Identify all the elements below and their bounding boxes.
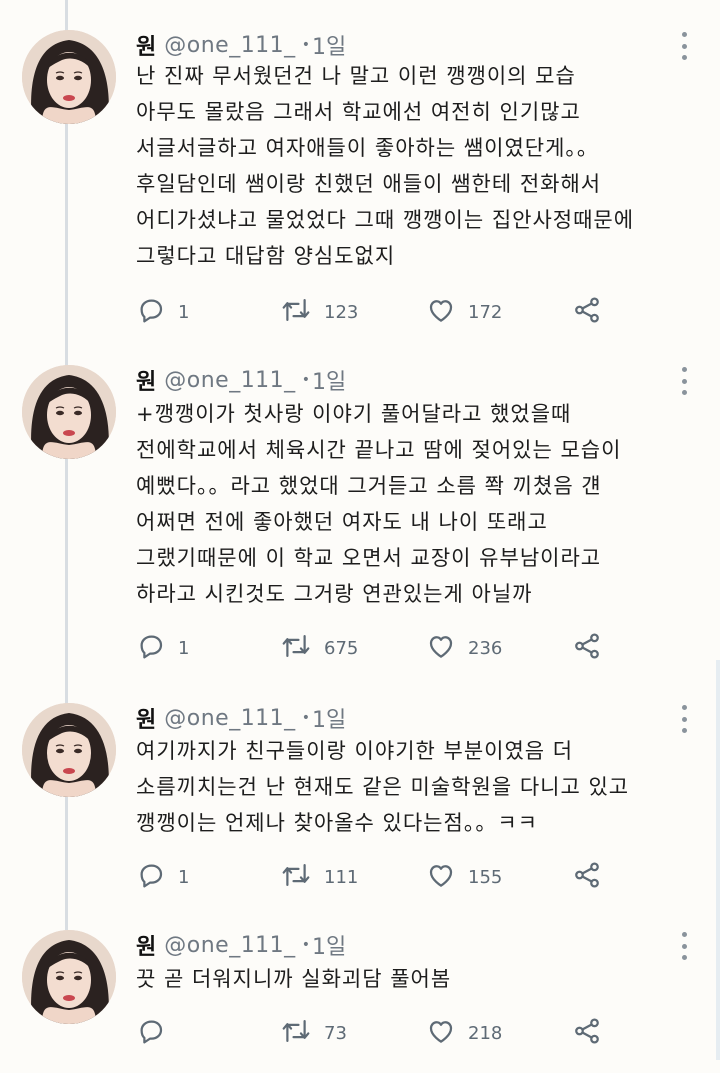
timestamp[interactable]: 1일 bbox=[312, 702, 346, 734]
tweet-text-line: 여기까지가 친구들이랑 이야기한 부분이였음 더 bbox=[136, 739, 574, 763]
retweet-icon bbox=[280, 295, 324, 330]
reply-count: 1 bbox=[178, 866, 190, 888]
tweet-header: 원 @one_111_ • 1일 bbox=[136, 29, 346, 61]
display-name[interactable]: 원 bbox=[136, 29, 156, 61]
reply-icon bbox=[136, 295, 178, 330]
share-button[interactable] bbox=[572, 632, 614, 664]
retweet-button[interactable]: 111 bbox=[280, 861, 358, 893]
like-button[interactable]: 172 bbox=[426, 296, 502, 328]
like-count: 172 bbox=[468, 301, 503, 323]
retweet-count: 123 bbox=[324, 301, 359, 323]
tweet-text-line: 소름끼치는건 난 현재도 같은 미술학원을 다니고 있고 bbox=[136, 775, 630, 799]
like-button[interactable]: 155 bbox=[426, 861, 502, 893]
retweet-icon bbox=[280, 631, 324, 666]
tweet-text-line: 서글서글하고 여자애들이 좋아하는 쌤이였단게。。 bbox=[136, 136, 599, 160]
heart-icon bbox=[426, 295, 468, 330]
user-handle[interactable]: @one_111_ bbox=[164, 706, 295, 731]
timestamp[interactable]: 1일 bbox=[312, 364, 346, 396]
retweet-count: 73 bbox=[324, 1022, 347, 1044]
timestamp[interactable]: 1일 bbox=[312, 29, 346, 61]
share-button[interactable] bbox=[572, 296, 614, 328]
more-options-icon[interactable] bbox=[672, 705, 696, 733]
user-handle[interactable]: @one_111_ bbox=[164, 33, 295, 58]
tweet-text: 난 진짜 무서웠던건 나 말고 이런 깽깽이의 모습아무도 몰랐음 그래서 학교… bbox=[136, 58, 706, 274]
share-icon bbox=[572, 631, 614, 666]
tweet-text-line: 전에학교에서 체육시간 끝나고 땀에 젖어있는 모습이 bbox=[136, 438, 622, 462]
tweet-text-line: +깽깽이가 첫사랑 이야기 풀어달라고 했었을때 bbox=[136, 402, 572, 426]
tweet-text-line: 예뻤다。。라고 했었대 그거듣고 소름 쫙 끼쳤음 걘 bbox=[136, 474, 602, 498]
tweet-text-line: 깽깽이는 언제나 찾아올수 있다는점。。ㅋㅋ bbox=[136, 811, 538, 835]
more-options-icon[interactable] bbox=[672, 32, 696, 60]
separator-dot: • bbox=[301, 937, 310, 953]
tweet-text: 끗 곧 더워지니까 실화괴담 풀어봄 bbox=[136, 961, 706, 997]
retweet-count: 111 bbox=[324, 866, 359, 888]
reply-button[interactable]: 1 bbox=[136, 632, 189, 664]
share-icon bbox=[572, 860, 614, 895]
tweet-actions: 73 218 bbox=[136, 1017, 616, 1049]
reply-icon bbox=[136, 1016, 178, 1051]
avatar[interactable] bbox=[22, 365, 116, 459]
separator-dot: • bbox=[301, 37, 310, 53]
avatar[interactable] bbox=[22, 30, 116, 124]
reply-button[interactable]: 1 bbox=[136, 296, 189, 328]
tweet-text-line: 끗 곧 더워지니까 실화괴담 풀어봄 bbox=[136, 967, 452, 991]
tweet-text: 여기까지가 친구들이랑 이야기한 부분이였음 더소름끼치는건 난 현재도 같은 … bbox=[136, 733, 706, 841]
reply-count: 1 bbox=[178, 301, 190, 323]
like-count: 218 bbox=[468, 1022, 503, 1044]
tweet-text-line: 하라고 시킨것도 그거랑 연관있는게 아닐까 bbox=[136, 582, 533, 606]
reply-button[interactable]: 1 bbox=[136, 861, 189, 893]
tweet-text-line: 어디가셨냐고 물었었다 그때 깽깽이는 집안사정때문에 bbox=[136, 208, 635, 232]
reply-button[interactable] bbox=[136, 1017, 178, 1049]
separator-dot: • bbox=[301, 710, 310, 726]
user-handle[interactable]: @one_111_ bbox=[164, 933, 295, 958]
tweet-header: 원 @one_111_ • 1일 bbox=[136, 364, 346, 396]
heart-icon bbox=[426, 1016, 468, 1051]
share-button[interactable] bbox=[572, 1017, 614, 1049]
retweet-icon bbox=[280, 1016, 324, 1051]
avatar[interactable] bbox=[22, 703, 116, 797]
heart-icon bbox=[426, 631, 468, 666]
more-options-icon[interactable] bbox=[672, 932, 696, 960]
display-name[interactable]: 원 bbox=[136, 929, 156, 961]
like-button[interactable]: 236 bbox=[426, 632, 502, 664]
tweet-actions: 1 123 172 bbox=[136, 296, 616, 328]
timestamp[interactable]: 1일 bbox=[312, 929, 346, 961]
share-button[interactable] bbox=[572, 861, 614, 893]
reply-icon bbox=[136, 860, 178, 895]
avatar[interactable] bbox=[22, 930, 116, 1024]
heart-icon bbox=[426, 860, 468, 895]
retweet-icon bbox=[280, 860, 324, 895]
tweet-text-line: 아무도 몰랐음 그래서 학교에선 여전히 인기많고 bbox=[136, 100, 581, 124]
like-button[interactable]: 218 bbox=[426, 1017, 502, 1049]
tweet-header: 원 @one_111_ • 1일 bbox=[136, 702, 346, 734]
tweet-actions: 1 111 155 bbox=[136, 861, 616, 893]
retweet-count: 675 bbox=[324, 637, 359, 659]
display-name[interactable]: 원 bbox=[136, 364, 156, 396]
tweet-actions: 1 675 236 bbox=[136, 632, 616, 664]
retweet-button[interactable]: 123 bbox=[280, 296, 358, 328]
display-name[interactable]: 원 bbox=[136, 702, 156, 734]
tweet-text-line: 어쩌면 전에 좋아했던 여자도 내 나이 또래고 bbox=[136, 510, 548, 534]
like-count: 155 bbox=[468, 866, 503, 888]
tweet-header: 원 @one_111_ • 1일 bbox=[136, 929, 346, 961]
user-handle[interactable]: @one_111_ bbox=[164, 368, 295, 393]
tweet-text-line: 그렇다고 대답함 양심도없지 bbox=[136, 244, 396, 268]
separator-dot: • bbox=[301, 372, 310, 388]
share-icon bbox=[572, 1016, 614, 1051]
scroll-edge bbox=[716, 660, 720, 1060]
retweet-button[interactable]: 675 bbox=[280, 632, 358, 664]
retweet-button[interactable]: 73 bbox=[280, 1017, 347, 1049]
tweet-text-line: 난 진짜 무서웠던건 나 말고 이런 깽깽이의 모습 bbox=[136, 64, 576, 88]
reply-count: 1 bbox=[178, 637, 190, 659]
reply-icon bbox=[136, 631, 178, 666]
more-options-icon[interactable] bbox=[672, 367, 696, 395]
tweet-text: +깽깽이가 첫사랑 이야기 풀어달라고 했었을때전에학교에서 체육시간 끝나고 … bbox=[136, 396, 706, 612]
share-icon bbox=[572, 295, 614, 330]
tweet-text-line: 후일담인데 쌤이랑 친했던 애들이 쌤한테 전화해서 bbox=[136, 172, 602, 196]
like-count: 236 bbox=[468, 637, 503, 659]
tweet-text-line: 그랬기때문에 이 학교 오면서 교장이 유부남이라고 bbox=[136, 546, 602, 570]
